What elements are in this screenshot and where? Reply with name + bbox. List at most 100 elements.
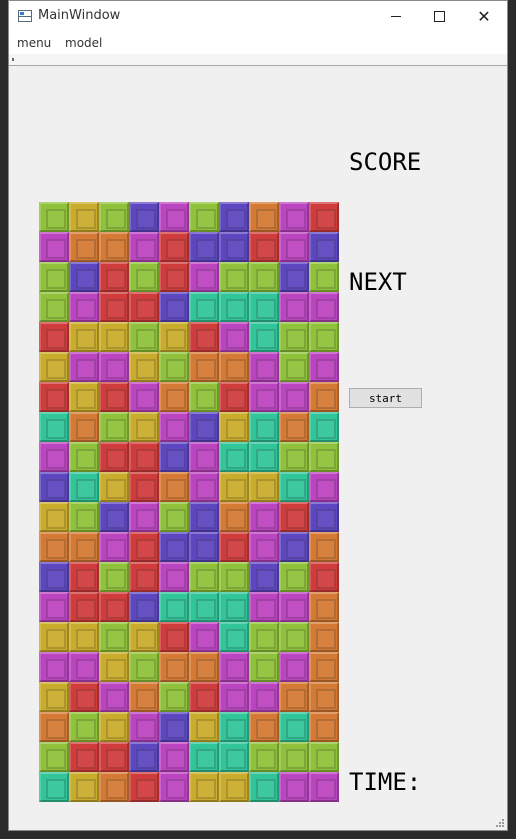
board-cell	[189, 562, 219, 592]
board-cell	[99, 622, 129, 652]
board-cell	[39, 412, 69, 442]
board-cell	[129, 742, 159, 772]
title-bar[interactable]: MainWindow ✕	[9, 1, 507, 32]
board-cell	[129, 472, 159, 502]
board-cell	[159, 622, 189, 652]
board-cell	[159, 682, 189, 712]
board-cell	[279, 262, 309, 292]
board-cell	[99, 442, 129, 472]
board-cell	[39, 652, 69, 682]
board-cell	[189, 232, 219, 262]
board-cell	[189, 622, 219, 652]
board-cell	[189, 442, 219, 472]
board-cell	[39, 742, 69, 772]
board-cell	[309, 652, 339, 682]
main-window: MainWindow ✕ menu model SCORE NEXT start…	[8, 0, 508, 831]
board-cell	[69, 622, 99, 652]
board-cell	[309, 622, 339, 652]
board-cell	[189, 352, 219, 382]
board-cell	[99, 532, 129, 562]
board-cell	[159, 322, 189, 352]
board-cell	[309, 292, 339, 322]
board-cell	[279, 712, 309, 742]
board-cell	[249, 682, 279, 712]
board-cell	[99, 232, 129, 262]
board-cell	[249, 622, 279, 652]
board-cell	[99, 472, 129, 502]
board-cell	[219, 472, 249, 502]
board-cell	[309, 502, 339, 532]
board-cell	[39, 772, 69, 802]
board-cell	[129, 202, 159, 232]
close-button[interactable]: ✕	[461, 1, 507, 32]
board-cell	[69, 292, 99, 322]
board-cell	[249, 262, 279, 292]
board-cell	[279, 772, 309, 802]
resize-grip[interactable]	[496, 819, 505, 828]
toolbar-handle-icon[interactable]	[12, 58, 14, 61]
board-cell	[189, 262, 219, 292]
board-cell	[129, 772, 159, 802]
board-cell	[219, 772, 249, 802]
board-cell	[39, 532, 69, 562]
board-cell	[129, 502, 159, 532]
board-cell	[309, 772, 339, 802]
board-cell	[69, 682, 99, 712]
board-cell	[279, 502, 309, 532]
board-cell	[159, 442, 189, 472]
board-cell	[69, 352, 99, 382]
board-cell	[219, 532, 249, 562]
board-cell	[69, 472, 99, 502]
board-cell	[69, 772, 99, 802]
board-cell	[129, 262, 159, 292]
board-cell	[159, 562, 189, 592]
board-cell	[99, 652, 129, 682]
board-cell	[249, 232, 279, 262]
menu-item-menu[interactable]: menu	[17, 36, 51, 50]
menu-bar: menu model	[9, 32, 507, 54]
board-cell	[39, 712, 69, 742]
board-cell	[159, 382, 189, 412]
app-window-icon	[18, 10, 32, 22]
board-cell	[279, 322, 309, 352]
board-cell	[249, 352, 279, 382]
board-cell	[279, 472, 309, 502]
board-cell	[309, 232, 339, 262]
board-cell	[309, 742, 339, 772]
board-cell	[69, 742, 99, 772]
board-cell	[189, 322, 219, 352]
board-cell	[159, 502, 189, 532]
board-cell	[99, 712, 129, 742]
game-board[interactable]	[39, 202, 339, 802]
menu-item-model[interactable]: model	[65, 36, 102, 50]
board-cell	[219, 562, 249, 592]
board-cell	[279, 622, 309, 652]
board-cell	[249, 652, 279, 682]
board-cell	[129, 322, 159, 352]
board-cell	[99, 292, 129, 322]
board-cell	[39, 292, 69, 322]
board-cell	[249, 712, 279, 742]
board-cell	[69, 382, 99, 412]
start-button[interactable]: start	[349, 388, 422, 408]
board-cell	[219, 382, 249, 412]
board-cell	[219, 442, 249, 472]
maximize-button[interactable]	[416, 1, 462, 32]
board-cell	[159, 742, 189, 772]
board-cell	[309, 262, 339, 292]
board-cell	[219, 352, 249, 382]
board-cell	[159, 412, 189, 442]
board-cell	[309, 532, 339, 562]
board-cell	[309, 352, 339, 382]
toolbar	[9, 54, 507, 66]
board-cell	[99, 772, 129, 802]
board-cell	[69, 442, 99, 472]
board-cell	[309, 592, 339, 622]
board-cell	[249, 532, 279, 562]
board-cell	[69, 502, 99, 532]
board-cell	[189, 412, 219, 442]
board-cell	[309, 382, 339, 412]
board-cell	[159, 352, 189, 382]
board-cell	[39, 592, 69, 622]
minimize-button[interactable]	[373, 1, 419, 32]
